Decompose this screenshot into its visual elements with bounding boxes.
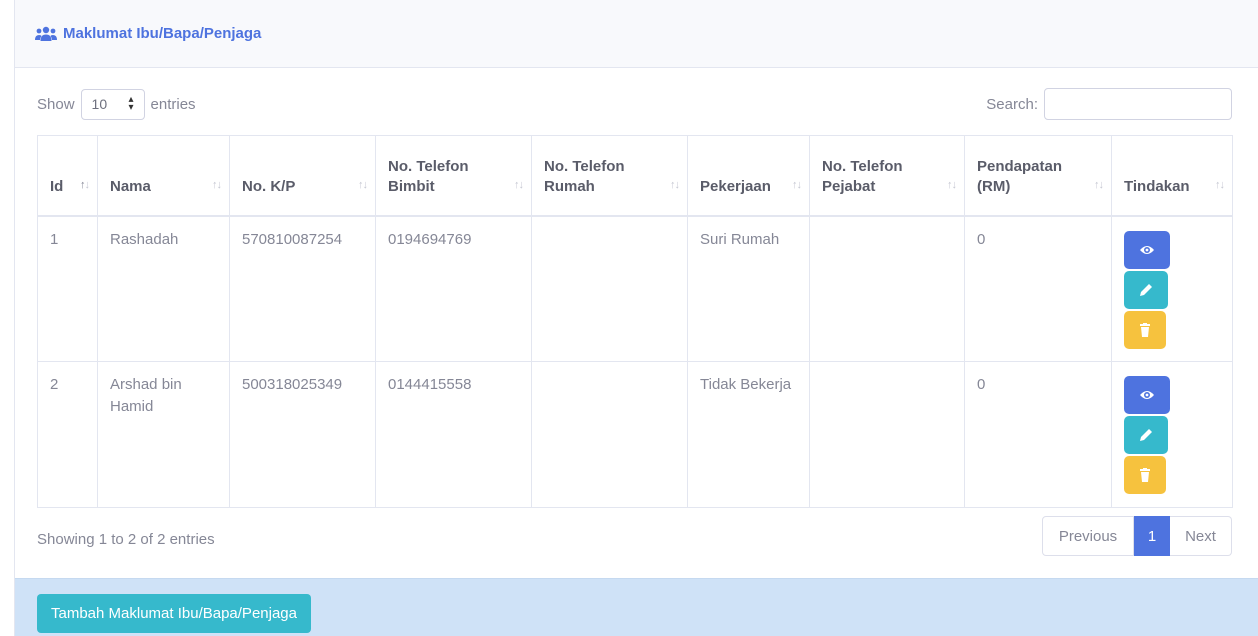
parents-table: Id ↑↓ Nama ↑↓ No. K/P ↑↓ No. Telefon Bimbit… xyxy=(37,135,1233,508)
cell-pendapatan: 0 xyxy=(964,361,1112,508)
cell-actions xyxy=(1111,215,1233,362)
entries-select[interactable]: 10 ▴ ▾ xyxy=(80,88,145,120)
trash-icon xyxy=(1140,468,1150,482)
trash-icon xyxy=(1140,322,1150,337)
sort-icon: ↑↓ xyxy=(358,178,368,191)
search-control: Search: xyxy=(986,88,1232,120)
cell-pekerjaan: Tidak Bekerja xyxy=(687,361,810,508)
column-header-pekerjaan[interactable]: Pekerjaan ↑↓ xyxy=(687,135,810,217)
parent-info-card: Maklumat Ibu/Bapa/Penjaga Show 10 ▴ ▾ ent… xyxy=(14,0,1258,636)
column-header-tindakan[interactable]: Tindakan ↑↓ xyxy=(1111,135,1233,217)
cell-actions xyxy=(1111,361,1233,508)
sort-icon: ↑↓ xyxy=(670,178,680,191)
cell-pejabat xyxy=(809,361,965,508)
cell-bimbit: 0194694769 xyxy=(375,215,532,362)
add-parent-button[interactable]: Tambah Maklumat Ibu/Bapa/Penjaga xyxy=(37,594,311,633)
search-input[interactable] xyxy=(1044,88,1232,120)
sort-icon: ↑↓ xyxy=(792,178,802,191)
cell-nama: Arshad bin Hamid xyxy=(97,361,230,508)
eye-icon xyxy=(1140,391,1154,399)
card-title-text: Maklumat Ibu/Bapa/Penjaga xyxy=(63,25,262,42)
column-header-id[interactable]: Id ↑↓ xyxy=(37,135,98,217)
pencil-icon xyxy=(1140,429,1152,441)
delete-button[interactable] xyxy=(1124,310,1166,349)
previous-page-button[interactable]: Previous xyxy=(1042,516,1134,556)
column-header-pendapatan[interactable]: Pendapatan (RM) ↑↓ xyxy=(964,135,1112,217)
card-header: Maklumat Ibu/Bapa/Penjaga xyxy=(15,0,1258,68)
sort-icon: ↑↓ xyxy=(1094,178,1104,191)
cell-id: 1 xyxy=(37,215,98,362)
table-row: 1 Rashadah 570810087254 0194694769 Suri … xyxy=(37,215,1233,362)
page-1-button[interactable]: 1 xyxy=(1134,516,1170,556)
sort-icon: ↑↓ xyxy=(212,178,222,191)
table-row: 2 Arshad bin Hamid 500318025349 01444155… xyxy=(37,361,1233,508)
table-info: Showing 1 to 2 of 2 entries xyxy=(37,531,215,548)
cell-pekerjaan: Suri Rumah xyxy=(687,215,810,362)
cell-rumah xyxy=(531,215,688,362)
show-label: Show xyxy=(37,95,75,113)
cell-pejabat xyxy=(809,215,965,362)
delete-button[interactable] xyxy=(1124,456,1166,494)
cell-bimbit: 0144415558 xyxy=(375,361,532,508)
sort-icon: ↑↓ xyxy=(1215,178,1225,191)
column-header-kp[interactable]: No. K/P ↑↓ xyxy=(229,135,376,217)
entries-length-control: Show 10 ▴ ▾ entries xyxy=(37,88,196,120)
pencil-icon xyxy=(1140,283,1152,296)
eye-icon xyxy=(1140,245,1154,254)
cell-pendapatan: 0 xyxy=(964,215,1112,362)
cell-rumah xyxy=(531,361,688,508)
users-icon xyxy=(35,26,57,41)
card-title: Maklumat Ibu/Bapa/Penjaga xyxy=(35,25,261,42)
sort-icon: ↑↓ xyxy=(514,178,524,191)
table-header-row: Id ↑↓ Nama ↑↓ No. K/P ↑↓ No. Telefon Bimbit… xyxy=(37,135,1233,217)
edit-button[interactable] xyxy=(1124,270,1168,309)
search-label: Search: xyxy=(986,95,1038,113)
cell-nama: Rashadah xyxy=(97,215,230,362)
view-button[interactable] xyxy=(1124,376,1170,414)
column-header-bimbit[interactable]: No. Telefon Bimbit ↑↓ xyxy=(375,135,532,217)
sort-icon: ↑↓ xyxy=(947,178,957,191)
sort-asc-icon: ↑↓ xyxy=(80,178,90,191)
card-footer: Tambah Maklumat Ibu/Bapa/Penjaga xyxy=(15,578,1258,636)
table-controls: Show 10 ▴ ▾ entries Search: xyxy=(37,88,1232,120)
cell-kp: 570810087254 xyxy=(229,215,376,362)
column-header-pejabat[interactable]: No. Telefon Pejabat ↑↓ xyxy=(809,135,965,217)
entries-label: entries xyxy=(150,95,196,113)
pagination: Previous 1 Next xyxy=(1042,516,1232,556)
view-button[interactable] xyxy=(1124,230,1170,269)
cell-kp: 500318025349 xyxy=(229,361,376,508)
cell-id: 2 xyxy=(37,361,98,508)
edit-button[interactable] xyxy=(1124,416,1168,454)
select-arrows-icon: ▴ ▾ xyxy=(128,94,134,113)
column-header-nama[interactable]: Nama ↑↓ xyxy=(97,135,230,217)
column-header-rumah[interactable]: No. Telefon Rumah ↑↓ xyxy=(531,135,688,217)
entries-select-value: 10 xyxy=(91,96,108,112)
next-page-button[interactable]: Next xyxy=(1170,516,1232,556)
